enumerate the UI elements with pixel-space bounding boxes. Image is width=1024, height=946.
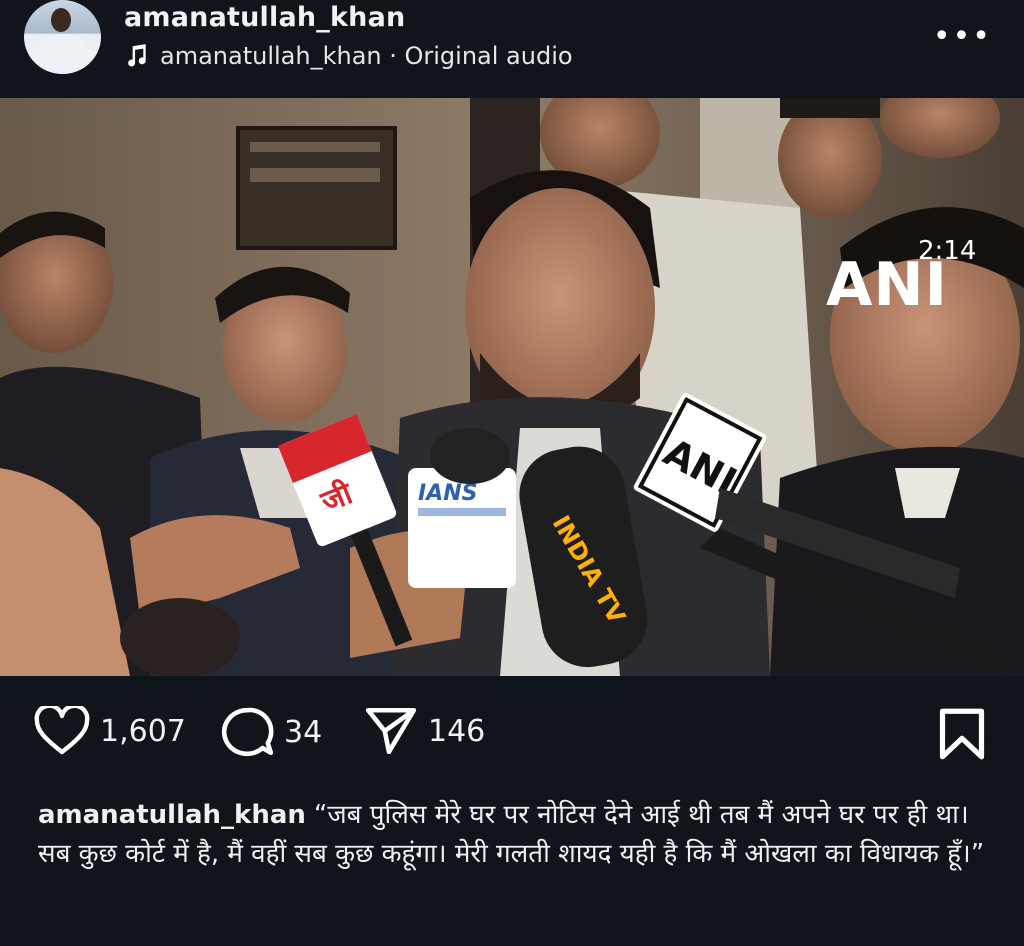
like-count[interactable]: 1,607 — [100, 714, 186, 749]
avatar-head — [51, 8, 71, 32]
music-note-icon — [128, 44, 146, 67]
share-button[interactable]: 146 — [364, 706, 485, 756]
post-username[interactable]: amanatullah_khan — [124, 2, 405, 33]
video-player[interactable]: जी IANS INDIA TV ANI 2:14 ANI — [0, 98, 1024, 676]
post-header: amanatullah_khan amanatullah_khan · Orig… — [0, 0, 1024, 98]
audio-label: amanatullah_khan · Original audio — [160, 42, 573, 70]
bookmark-icon — [939, 708, 985, 760]
avatar-body — [38, 34, 86, 74]
post-caption: amanatullah_khan “जब पुलिस मेरे घर पर नोट… — [38, 796, 993, 874]
like-button[interactable]: 1,607 — [34, 706, 186, 756]
comment-button[interactable]: 34 — [220, 706, 322, 758]
heart-icon — [34, 706, 90, 755]
comment-count[interactable]: 34 — [284, 715, 322, 750]
action-bar: 1,607 34 146 — [0, 676, 1024, 786]
paper-plane-icon — [365, 707, 417, 755]
share-count[interactable]: 146 — [428, 714, 485, 749]
video-frame: जी IANS INDIA TV ANI — [0, 98, 1024, 676]
comment-bubble-icon — [221, 707, 274, 757]
svg-text:IANS: IANS — [418, 481, 477, 506]
more-options-icon[interactable]: ••• — [933, 22, 992, 52]
save-button[interactable] — [938, 708, 986, 764]
avatar[interactable] — [24, 0, 101, 74]
caption-username[interactable]: amanatullah_khan — [38, 800, 306, 830]
ani-watermark: ANI — [826, 250, 948, 320]
caption-section: amanatullah_khan “जब पुलिस मेरे घर पर नोट… — [0, 786, 1024, 946]
audio-link[interactable]: amanatullah_khan · Original audio — [124, 42, 573, 70]
